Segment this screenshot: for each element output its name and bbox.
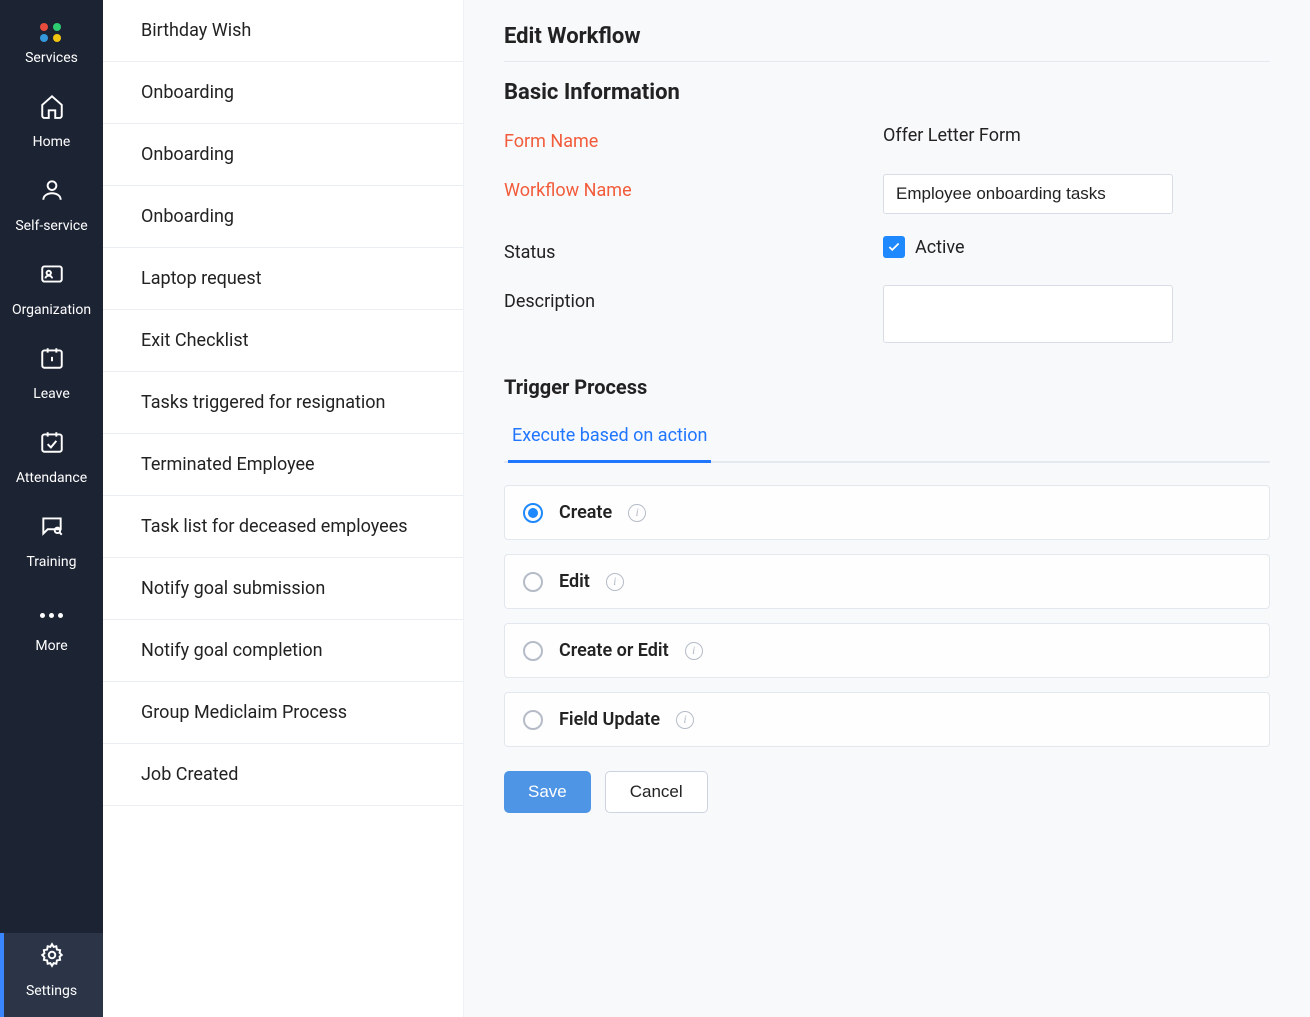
person-icon (39, 182, 65, 208)
trigger-option-field-update[interactable]: Field Update i (504, 692, 1270, 747)
radio-icon (523, 572, 543, 592)
tab-execute-action[interactable]: Execute based on action (508, 413, 711, 463)
save-button[interactable]: Save (504, 771, 591, 813)
list-item[interactable]: Notify goal submission (103, 558, 463, 620)
trigger-option-label: Create or Edit (559, 640, 669, 661)
list-item[interactable]: Laptop request (103, 248, 463, 310)
nav-self-service[interactable]: Self-service (0, 168, 103, 252)
nav-organization[interactable]: Organization (0, 252, 103, 336)
list-item[interactable]: Job Created (103, 744, 463, 806)
trigger-option-label: Edit (559, 571, 590, 592)
cancel-button[interactable]: Cancel (605, 771, 708, 813)
list-item[interactable]: Onboarding (103, 186, 463, 248)
workflow-list: Birthday Wish Onboarding Onboarding Onbo… (103, 0, 464, 1017)
nav-leave[interactable]: Leave (0, 336, 103, 420)
trigger-tabs: Execute based on action (504, 413, 1270, 463)
form-name-value: Offer Letter Form (883, 125, 1021, 146)
trigger-option-create-or-edit[interactable]: Create or Edit i (504, 623, 1270, 678)
more-icon (39, 602, 65, 628)
nav-label: Organization (12, 302, 91, 318)
id-card-icon (39, 266, 65, 292)
main-sidebar: Services Home Self-service Organization … (0, 0, 103, 1017)
nav-label: Home (33, 134, 71, 150)
info-icon[interactable]: i (676, 711, 694, 729)
nav-settings[interactable]: Settings (0, 933, 103, 1017)
description-label: Description (504, 285, 883, 312)
list-item[interactable]: Tasks triggered for resignation (103, 372, 463, 434)
active-checkbox[interactable] (883, 236, 905, 258)
home-icon (39, 98, 65, 124)
radio-icon (523, 641, 543, 661)
trigger-options: Create i Edit i Create or Edit i Field U… (504, 485, 1270, 747)
status-label: Status (504, 236, 883, 263)
calendar-check-icon (39, 434, 65, 460)
info-icon[interactable]: i (628, 504, 646, 522)
trigger-option-create[interactable]: Create i (504, 485, 1270, 540)
trigger-option-label: Field Update (559, 709, 660, 730)
description-input[interactable] (883, 285, 1173, 343)
nav-attendance[interactable]: Attendance (0, 420, 103, 504)
nav-label: Training (26, 554, 76, 570)
list-item[interactable]: Onboarding (103, 62, 463, 124)
nav-label: Self-service (15, 218, 87, 234)
list-item[interactable]: Onboarding (103, 124, 463, 186)
calendar-alert-icon (39, 350, 65, 376)
list-item[interactable]: Group Mediclaim Process (103, 682, 463, 744)
nav-home[interactable]: Home (0, 84, 103, 168)
list-item[interactable]: Notify goal completion (103, 620, 463, 682)
trigger-option-edit[interactable]: Edit i (504, 554, 1270, 609)
radio-icon (523, 503, 543, 523)
trigger-option-label: Create (559, 502, 612, 523)
nav-label: Attendance (16, 470, 87, 486)
list-item[interactable]: Terminated Employee (103, 434, 463, 496)
trigger-process-heading: Trigger Process (504, 375, 1270, 399)
form-name-label: Form Name (504, 125, 883, 152)
nav-label: More (35, 638, 67, 654)
info-icon[interactable]: i (685, 642, 703, 660)
active-label: Active (915, 237, 965, 258)
workflow-name-input[interactable] (883, 174, 1173, 214)
list-item[interactable]: Birthday Wish (103, 0, 463, 62)
nav-label: Leave (33, 386, 70, 402)
check-icon (887, 240, 901, 254)
gear-icon (39, 947, 65, 973)
logo-icon (39, 14, 65, 40)
list-item[interactable]: Task list for deceased employees (103, 496, 463, 558)
basic-info-heading: Basic Information (504, 80, 1270, 105)
chat-search-icon (39, 518, 65, 544)
nav-training[interactable]: Training (0, 504, 103, 588)
nav-services[interactable]: Services (0, 0, 103, 84)
page-title: Edit Workflow (504, 24, 1270, 62)
nav-label: Settings (26, 983, 77, 999)
list-item[interactable]: Exit Checklist (103, 310, 463, 372)
nav-label: Services (25, 50, 78, 66)
edit-workflow-form: Edit Workflow Basic Information Form Nam… (464, 0, 1310, 1017)
workflow-name-label: Workflow Name (504, 174, 883, 201)
info-icon[interactable]: i (606, 573, 624, 591)
nav-more[interactable]: More (0, 588, 103, 672)
radio-icon (523, 710, 543, 730)
